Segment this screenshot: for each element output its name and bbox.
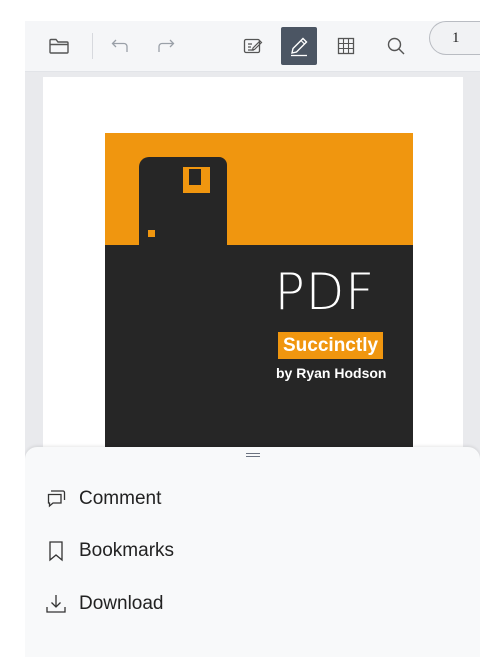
- cover-title: PDF: [274, 263, 375, 321]
- comment-label: Comment: [79, 488, 162, 509]
- comment-menu-item[interactable]: Comment: [45, 484, 345, 514]
- main-toolbar: [25, 21, 480, 72]
- undo-icon: [111, 39, 128, 52]
- undo-button[interactable]: [103, 31, 137, 61]
- bookmarks-menu-item[interactable]: Bookmarks: [45, 536, 345, 566]
- cover-series-label: Succinctly: [278, 332, 384, 359]
- download-icon: [45, 593, 67, 615]
- comment-icon: [45, 488, 67, 510]
- search-button[interactable]: [379, 31, 413, 61]
- redo-button[interactable]: [149, 31, 183, 61]
- search-icon: [387, 37, 405, 55]
- toolbar-separator: [92, 33, 93, 59]
- annotate-button[interactable]: [236, 31, 270, 61]
- pen-icon: [291, 37, 308, 57]
- redo-icon: [158, 39, 175, 52]
- bookmark-icon: [45, 540, 67, 562]
- bookmarks-label: Bookmarks: [79, 540, 175, 561]
- floppy-disk-icon: [139, 157, 227, 247]
- cover-author: by Ryan Hodson: [276, 365, 387, 381]
- annotate-icon: [243, 38, 263, 54]
- form-fields-button[interactable]: [329, 31, 363, 61]
- form-fields-icon: [337, 37, 355, 55]
- download-menu-item[interactable]: Download: [45, 589, 345, 619]
- open-file-button[interactable]: [42, 31, 76, 61]
- pdf-viewer-app: PDF Succinctly by Ryan Hodson 1 Comment: [25, 21, 480, 657]
- download-label: Download: [79, 593, 164, 614]
- bottom-sheet-menu: Comment Bookmarks Download: [25, 447, 480, 657]
- folder-open-icon: [49, 38, 69, 54]
- page-number-badge[interactable]: 1: [429, 21, 480, 55]
- draw-ink-button[interactable]: [281, 27, 317, 65]
- sheet-drag-handle[interactable]: [246, 453, 260, 459]
